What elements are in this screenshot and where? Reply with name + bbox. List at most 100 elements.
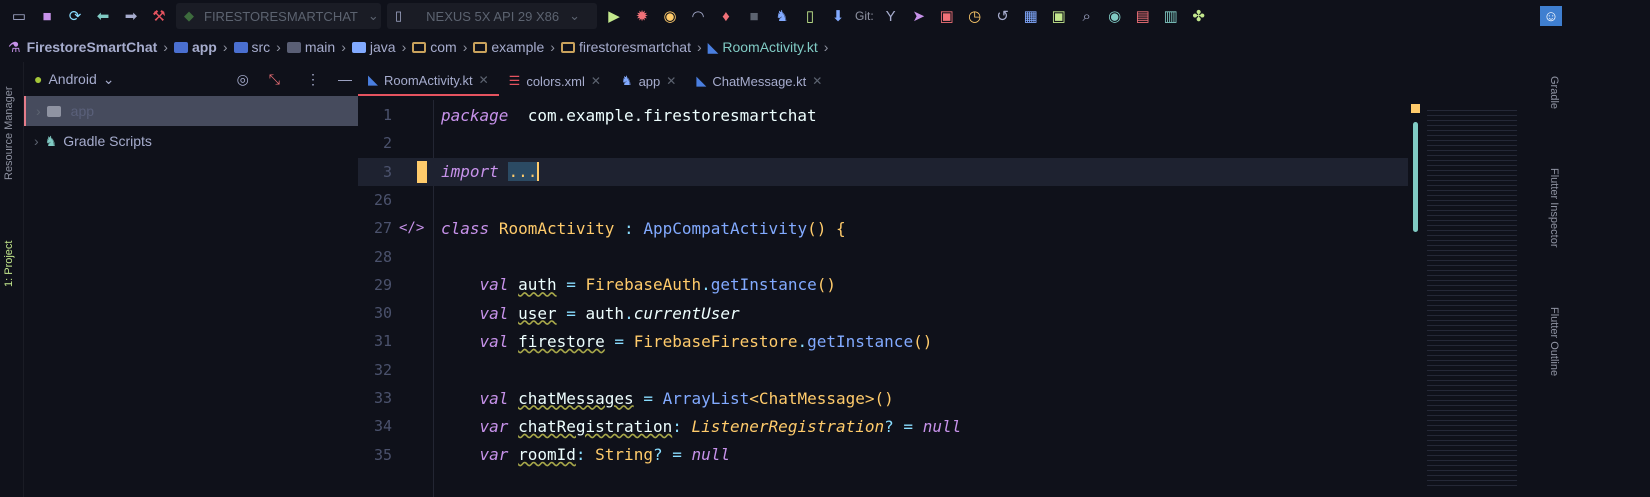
hide-panel-icon[interactable]: —	[338, 71, 352, 87]
avd-manager-icon[interactable]: ▯	[799, 6, 821, 26]
run-icon[interactable]: ▶	[603, 6, 625, 26]
code-text: val user = auth.currentUser	[441, 304, 740, 323]
code-line[interactable]: 29 val auth = FirebaseAuth.getInstance()	[358, 271, 1408, 299]
breadcrumb-app[interactable]: app	[173, 39, 217, 55]
git-rollback-icon[interactable]: ↺	[992, 6, 1014, 26]
code-line[interactable]: 31 val firestore = FirebaseFirestore.get…	[358, 327, 1408, 355]
apply-changes-icon[interactable]: ◉	[659, 6, 681, 26]
code-line[interactable]: 30 val user = auth.currentUser	[358, 299, 1408, 327]
tree-item-gradle-scripts[interactable]: › ♞ Gradle Scripts	[24, 126, 358, 156]
sync-icon[interactable]: ⟳	[64, 6, 86, 26]
project-panel: ● Android ⌄ ◎ ⤡ ⋮ — › app › ♞ Gradle Scripts	[24, 62, 358, 497]
code-line[interactable]: 32	[358, 356, 1408, 384]
device-select[interactable]: ▯ NEXUS 5X API 29 X86 ⌄	[387, 3, 597, 29]
locate-icon[interactable]: ◎	[237, 71, 249, 88]
line-number: 26	[373, 190, 392, 209]
breadcrumb-example[interactable]: example	[473, 39, 544, 55]
layout-inspector-icon[interactable]: ▤	[1132, 6, 1154, 26]
gradle-sync-icon[interactable]: ♞	[771, 6, 793, 26]
gradle-tab[interactable]: Gradle	[1548, 76, 1560, 109]
close-icon[interactable]: ✕	[591, 74, 601, 88]
search-icon[interactable]: ⌕	[1076, 6, 1098, 26]
code-line[interactable]: 28	[358, 243, 1408, 271]
breadcrumb: ⚗ FirestoreSmartChat › app › src › main › ja…	[8, 38, 829, 56]
inspection-status-icon[interactable]	[1411, 104, 1420, 113]
git-push-icon[interactable]: ➤	[908, 6, 930, 26]
plugin-icon[interactable]: ✤	[1188, 6, 1210, 26]
run-config-select[interactable]: ◆ FIRESTORESMARTCHAT ⌄	[176, 3, 381, 29]
code-minimap[interactable]	[1405, 100, 1538, 497]
implementation-marker-icon[interactable]: </>	[392, 220, 441, 236]
sdk-manager-icon[interactable]: ⬇	[827, 6, 849, 26]
debug-icon[interactable]: ✹	[631, 6, 653, 26]
tab-app[interactable]: ♞ app ✕	[611, 66, 686, 96]
back-icon[interactable]: ⬅	[92, 6, 114, 26]
code-line[interactable]: 3 import ...	[358, 157, 1408, 186]
fold-marker-icon[interactable]	[417, 160, 427, 183]
code-line[interactable]: 34 var chatRegistration: ListenerRegistr…	[358, 412, 1408, 440]
code-token: ()	[816, 275, 836, 295]
code-token: {	[836, 218, 846, 238]
code-token: chatRegistration	[518, 416, 673, 436]
code-line[interactable]: 35 var roomId: String? = null	[358, 441, 1408, 469]
resource-manager-tab[interactable]: Resource Manager	[3, 86, 15, 180]
breadcrumb-com[interactable]: com	[412, 39, 457, 55]
scrollbar-thumb[interactable]	[1413, 122, 1418, 232]
close-icon[interactable]: ✕	[666, 74, 676, 88]
attach-debugger-icon[interactable]: ♦	[715, 6, 737, 26]
project-view-select[interactable]: Android	[48, 71, 96, 87]
tab-roomactivity[interactable]: ◣ RoomActivity.kt ✕	[358, 66, 499, 96]
stop-icon[interactable]: ■	[743, 6, 765, 26]
code-line[interactable]: 26	[358, 186, 1408, 214]
git-branch-icon[interactable]: Y	[880, 6, 902, 26]
project-tab[interactable]: 1: Project	[3, 241, 15, 287]
more-options-icon[interactable]: ⋮	[306, 71, 320, 88]
breadcrumb-main[interactable]: main	[286, 39, 335, 55]
flutter-outline-tab[interactable]: Flutter Outline	[1548, 307, 1560, 376]
breadcrumb-package[interactable]: firestoresmartchat	[560, 39, 691, 55]
chevron-down-icon[interactable]: ⌄	[103, 71, 115, 88]
code-token: var	[479, 416, 509, 436]
save-icon[interactable]: ■	[36, 6, 58, 26]
breadcrumb-java[interactable]: java	[351, 39, 396, 55]
breadcrumb-project[interactable]: FirestoreSmartChat	[27, 39, 158, 55]
build-hammer-icon[interactable]: ⚒	[148, 6, 170, 26]
breadcrumb-file[interactable]: ◣ RoomActivity.kt	[708, 39, 818, 56]
tab-chatmessage[interactable]: ◣ ChatMessage.kt ✕	[686, 66, 832, 96]
git-compare-icon[interactable]: ▣	[936, 6, 958, 26]
tab-colors[interactable]: ☰ colors.xml ✕	[499, 66, 611, 96]
profile-icon[interactable]: ◠	[687, 6, 709, 26]
tree-item-app[interactable]: › app	[24, 96, 358, 126]
open-folder-icon[interactable]: ▭	[8, 6, 30, 26]
editor-tabs: ◣ RoomActivity.kt ✕ ☰ colors.xml ✕ ♞ app ✕ ◣ Ch…	[358, 66, 832, 96]
user-avatar-icon[interactable]: ☺	[1540, 6, 1562, 26]
code-token: ListenerRegistration	[691, 416, 885, 436]
code-line[interactable]: 1 package com.example.firestoresmartchat	[358, 101, 1408, 129]
structure-icon[interactable]: ▦	[1020, 6, 1042, 26]
close-icon[interactable]: ✕	[479, 73, 489, 87]
code-text: class RoomActivity : AppCompatActivity()…	[441, 219, 846, 238]
forward-icon[interactable]: ➡	[120, 6, 142, 26]
code-token: FirebaseFirestore	[633, 331, 798, 351]
resource-icon[interactable]: ▥	[1160, 6, 1182, 26]
code-line[interactable]: 2	[358, 129, 1408, 157]
terminal-icon[interactable]: ▣	[1048, 6, 1070, 26]
collapse-icon[interactable]: ⤡	[269, 71, 280, 88]
close-icon[interactable]: ✕	[812, 74, 822, 88]
chevron-down-icon: ⌄	[569, 8, 581, 23]
flutter-inspector-tab[interactable]: Flutter Inspector	[1548, 168, 1560, 247]
device-manager-icon[interactable]: ◉	[1104, 6, 1126, 26]
code-line[interactable]: 27 </> class RoomActivity : AppCompatActiv…	[358, 214, 1408, 242]
code-line[interactable]: 33 val chatMessages = ArrayList<ChatMess…	[358, 384, 1408, 412]
code-editor[interactable]: 1 package com.example.firestoresmartchat 2…	[358, 100, 1408, 497]
code-token: com.example.firestoresmartchat	[508, 105, 817, 125]
git-history-icon[interactable]: ◷	[964, 6, 986, 26]
breadcrumb-src[interactable]: src	[233, 39, 270, 55]
code-token: ()	[807, 218, 827, 238]
